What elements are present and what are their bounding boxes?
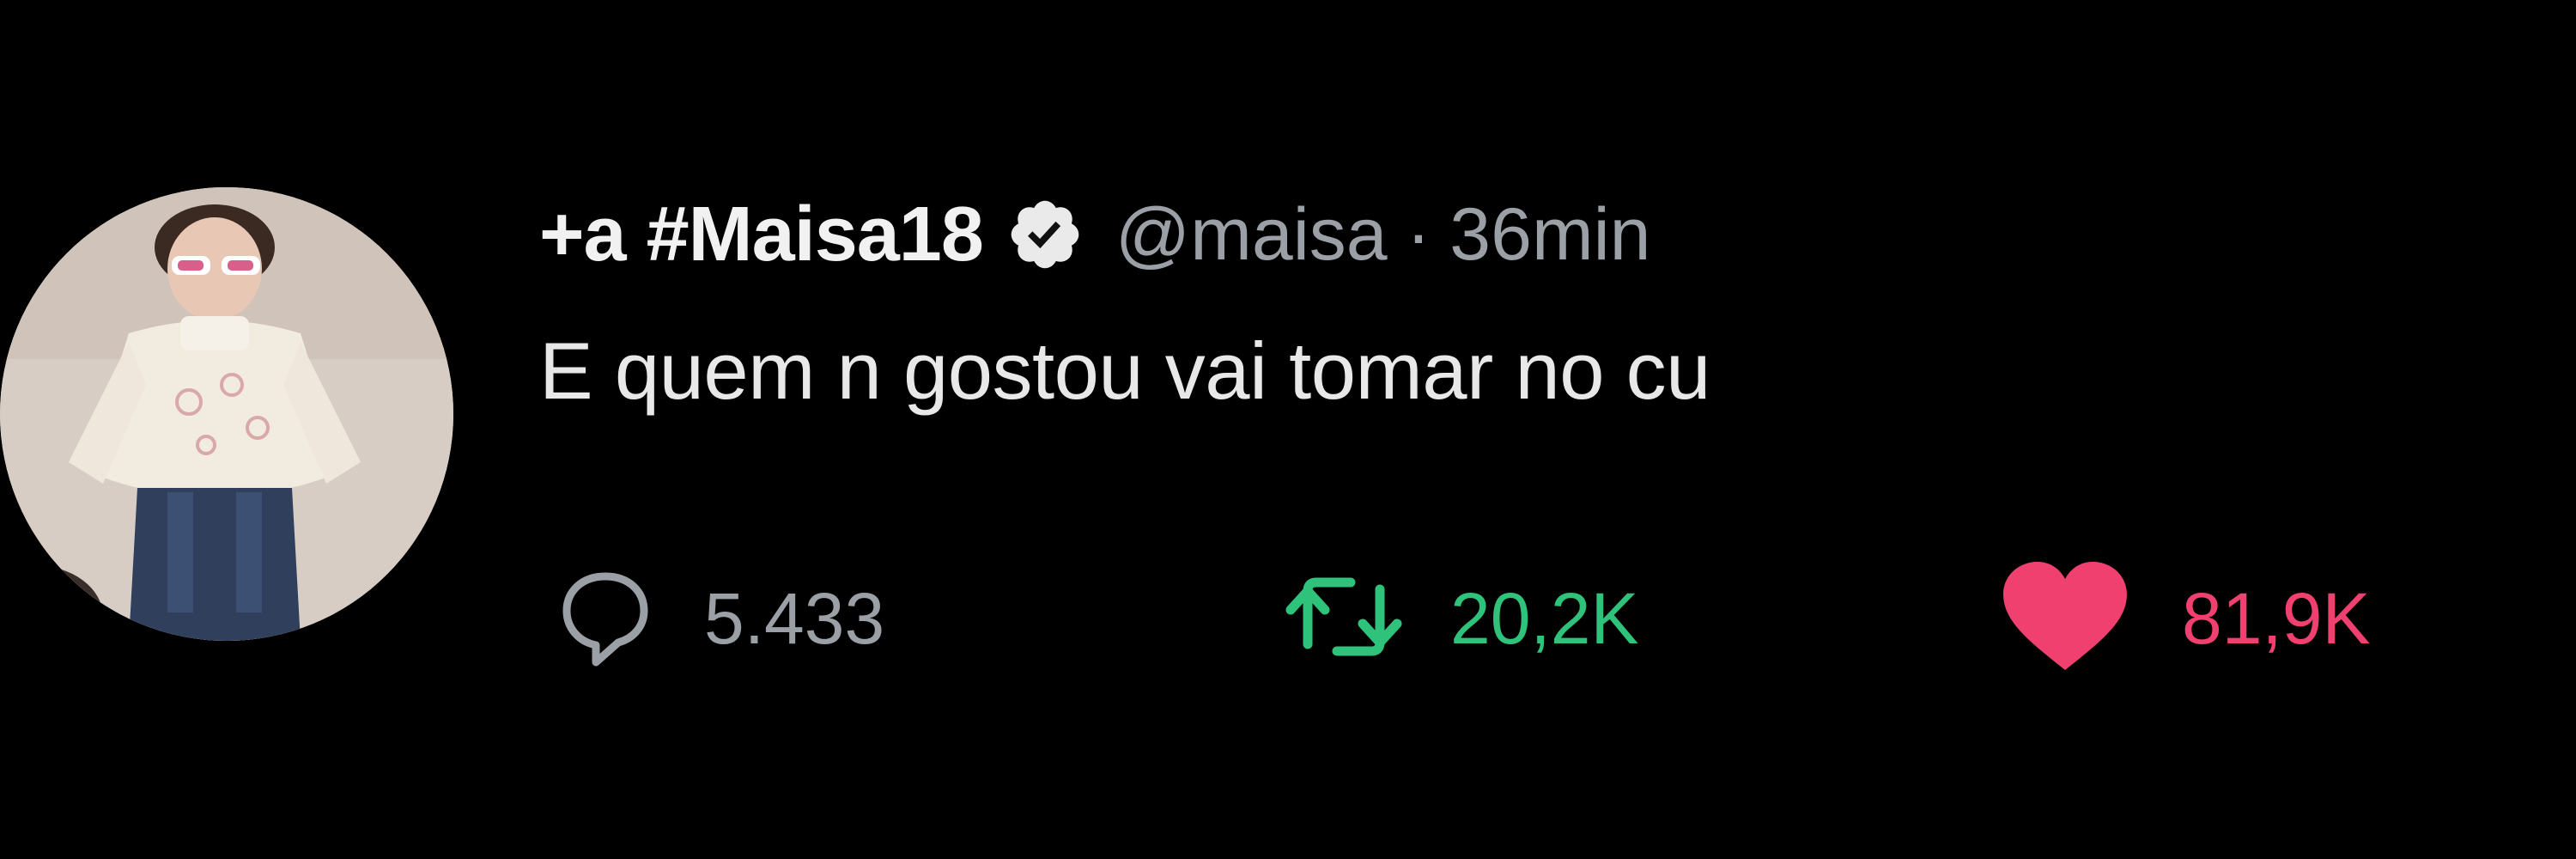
heart-icon — [1996, 557, 2134, 681]
like-button[interactable]: 81,9K — [1996, 550, 2371, 687]
retweet-button[interactable]: 20,2K — [1275, 550, 1639, 687]
tweet-text: E quem n gostou vai tomar no cu — [539, 326, 1710, 416]
retweet-icon — [1275, 565, 1413, 673]
tweet-card: +a #Maisa18 @maisa · 36min E quem n gost… — [0, 0, 2576, 859]
separator-dot: · — [1406, 192, 1431, 276]
tweet-header: +a #Maisa18 @maisa · 36min — [539, 187, 1651, 282]
reply-count: 5.433 — [704, 577, 885, 659]
display-name[interactable]: +a #Maisa18 — [539, 191, 984, 279]
tweet-actions: 5.433 20,2K 81,9K — [0, 550, 2576, 687]
reply-button[interactable]: 5.433 — [558, 550, 884, 687]
retweet-count: 20,2K — [1450, 577, 1639, 659]
timestamp[interactable]: 36min — [1449, 192, 1650, 277]
user-handle[interactable]: @maisa — [1115, 192, 1388, 277]
verified-badge-icon — [1005, 195, 1084, 274]
reply-bubble-icon — [558, 561, 653, 677]
like-count: 81,9K — [2182, 577, 2371, 659]
